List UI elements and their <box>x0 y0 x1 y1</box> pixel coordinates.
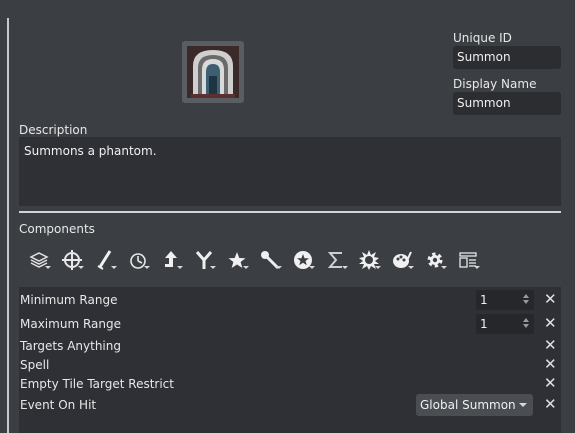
remove-minimum-range-button[interactable]: ✕ <box>544 292 557 307</box>
remove-empty-tile-target-restrict-button[interactable]: ✕ <box>544 376 557 391</box>
add-layers-button[interactable] <box>26 246 59 276</box>
component-label-minimum-range: Minimum Range <box>20 293 118 307</box>
components-list: Minimum Range 1 ✕ Maximum Range 1 ✕ Targ… <box>19 287 561 433</box>
unique-id-label: Unique ID <box>453 31 512 45</box>
spin-arrows[interactable] <box>521 292 531 308</box>
add-magic-button[interactable] <box>257 246 290 276</box>
unique-id-field[interactable]: Summon <box>453 46 561 69</box>
add-effect-button[interactable] <box>224 246 257 276</box>
add-aoe-button[interactable] <box>356 246 389 276</box>
components-label: Components <box>19 222 95 236</box>
event-on-hit-dropdown[interactable]: Global Summon <box>416 394 533 416</box>
component-label-maximum-range: Maximum Range <box>20 317 121 331</box>
section-divider <box>19 211 561 213</box>
skill-icon-button[interactable] <box>182 41 244 103</box>
remove-maximum-range-button[interactable]: ✕ <box>544 316 557 331</box>
remove-event-on-hit-button[interactable]: ✕ <box>544 397 557 412</box>
minimum-range-spinbox[interactable]: 1 <box>476 290 534 310</box>
archway-portal-icon <box>187 46 239 98</box>
add-visual-button[interactable] <box>389 246 422 276</box>
add-targeting-button[interactable] <box>59 246 92 276</box>
add-timing-button[interactable] <box>125 246 158 276</box>
add-movement-button[interactable] <box>158 246 191 276</box>
chevron-down-icon <box>519 403 527 407</box>
add-status-button[interactable] <box>290 246 323 276</box>
maximum-range-value: 1 <box>480 317 488 331</box>
remove-targets-anything-button[interactable]: ✕ <box>544 338 557 353</box>
maximum-range-spinbox[interactable]: 1 <box>476 314 534 334</box>
components-toolbar <box>26 246 488 276</box>
add-layout-button[interactable] <box>455 246 488 276</box>
minimum-range-value: 1 <box>480 293 488 307</box>
event-on-hit-selected: Global Summon <box>420 398 516 412</box>
add-settings-button[interactable] <box>422 246 455 276</box>
add-formula-button[interactable] <box>323 246 356 276</box>
description-label: Description <box>19 123 88 137</box>
display-name-field[interactable]: Summon <box>453 92 561 115</box>
component-label-empty-tile-target-restrict: Empty Tile Target Restrict <box>20 377 174 391</box>
remove-spell-button[interactable]: ✕ <box>544 357 557 372</box>
add-damage-button[interactable] <box>92 246 125 276</box>
spin-arrows[interactable] <box>521 316 531 332</box>
component-label-spell: Spell <box>20 358 50 372</box>
component-label-targets-anything: Targets Anything <box>20 339 121 353</box>
description-textarea[interactable]: Summons a phantom. <box>19 137 561 206</box>
add-branch-button[interactable] <box>191 246 224 276</box>
left-border <box>7 18 9 433</box>
display-name-label: Display Name <box>453 77 537 91</box>
component-label-event-on-hit: Event On Hit <box>20 398 97 412</box>
